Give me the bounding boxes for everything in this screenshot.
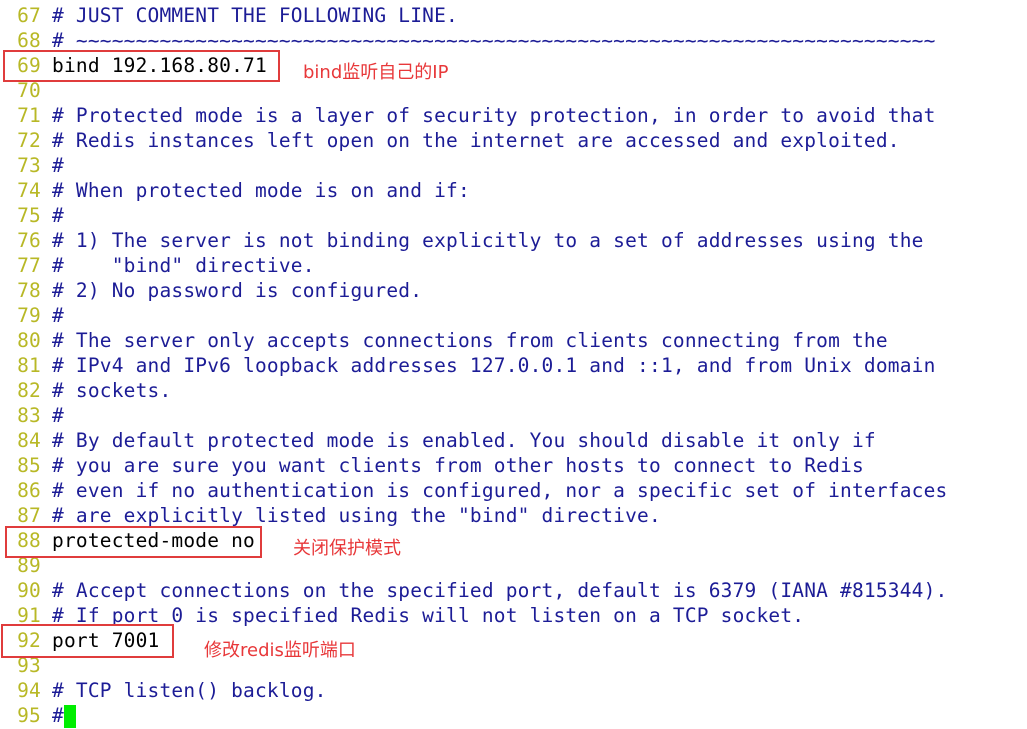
line-number: 85 <box>17 454 41 477</box>
comment-text: # By default protected mode is enabled. … <box>52 429 876 452</box>
line-number: 79 <box>17 304 41 327</box>
line-number: 94 <box>17 679 41 702</box>
annotation-port: 修改redis监听端口 <box>204 640 356 661</box>
comment-text: # you are sure you want clients from oth… <box>52 454 864 477</box>
line-number: 78 <box>17 279 41 302</box>
line-number: 83 <box>17 404 41 427</box>
comment-text: # 2) No password is configured. <box>52 279 423 302</box>
line-number: 84 <box>17 429 41 452</box>
line-number: 81 <box>17 354 41 377</box>
line-number: 67 <box>17 4 41 27</box>
comment-text: # TCP listen() backlog. <box>52 679 327 702</box>
comment-text: # are explicitly listed using the "bind"… <box>52 504 661 527</box>
comment-text: # <box>52 704 64 727</box>
highlight-box-bind <box>3 50 280 82</box>
comment-text: # even if no authentication is configure… <box>52 479 948 502</box>
comment-text: # IPv4 and IPv6 loopback addresses 127.0… <box>52 354 936 377</box>
comment-text: # <box>52 204 64 227</box>
comment-text: # JUST COMMENT THE FOLLOWING LINE. <box>52 4 458 27</box>
text-editor[interactable]: 67 # JUST COMMENT THE FOLLOWING LINE. 68 # … <box>0 0 1027 729</box>
highlight-box-port <box>1 624 174 658</box>
line-number: 74 <box>17 179 41 202</box>
line-number: 75 <box>17 204 41 227</box>
line-number: 76 <box>17 229 41 252</box>
comment-text: # <box>52 154 64 177</box>
annotation-protected-mode: 关闭保护模式 <box>293 538 401 559</box>
line-number: 77 <box>17 254 41 277</box>
line-number: 80 <box>17 329 41 352</box>
line-number: 90 <box>17 579 41 602</box>
line-number: 72 <box>17 129 41 152</box>
annotation-bind: bind监听自己的IP <box>303 62 449 83</box>
line-number: 71 <box>17 104 41 127</box>
comment-text: # 1) The server is not binding explicitl… <box>52 229 924 252</box>
comment-text: # Accept connections on the specified po… <box>52 579 948 602</box>
comment-text: # "bind" directive. <box>52 254 315 277</box>
comment-text: # The server only accepts connections fr… <box>52 329 888 352</box>
line-number: 86 <box>17 479 41 502</box>
comment-text: # Protected mode is a layer of security … <box>52 104 936 127</box>
comment-text: # Redis instances left open on the inter… <box>52 129 900 152</box>
comment-text: # <box>52 404 64 427</box>
highlight-box-protected-mode <box>5 526 262 558</box>
comment-text: # sockets. <box>52 379 172 402</box>
line-number: 87 <box>17 504 41 527</box>
text-cursor <box>64 705 76 728</box>
line-number: 73 <box>17 154 41 177</box>
comment-text: # When protected mode is on and if: <box>52 179 470 202</box>
line-number: 82 <box>17 379 41 402</box>
comment-text: # <box>52 304 64 327</box>
line-number: 95 <box>17 704 41 727</box>
